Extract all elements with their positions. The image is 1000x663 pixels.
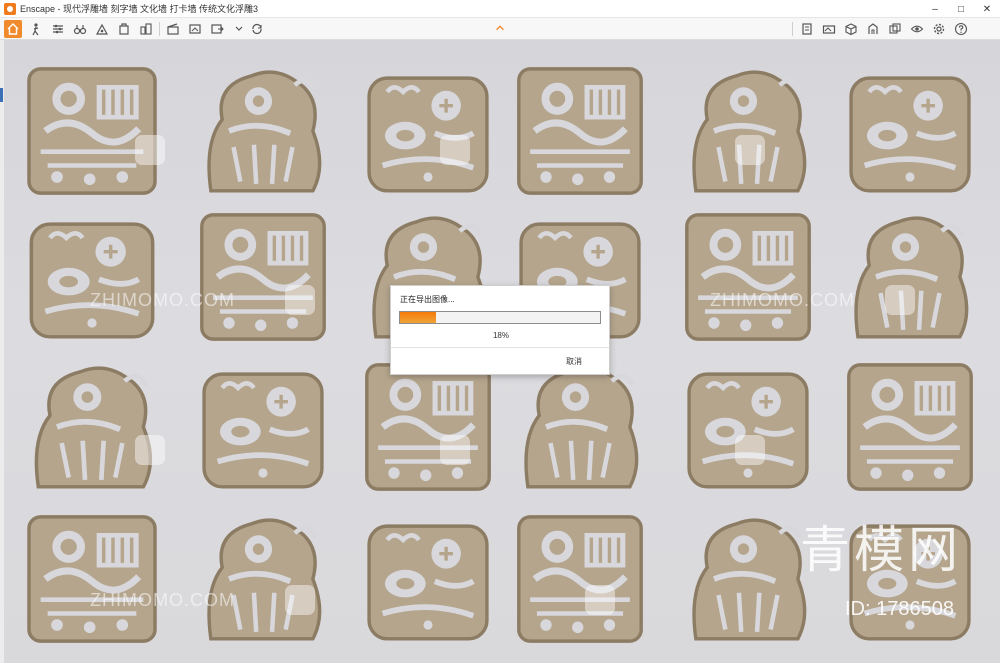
help-icon[interactable] — [952, 20, 970, 38]
sync-icon[interactable] — [248, 20, 266, 38]
binoculars-icon[interactable] — [71, 20, 89, 38]
chevron-down-icon[interactable] — [230, 20, 248, 38]
close-button[interactable]: ✕ — [974, 0, 1000, 18]
watermark-badge — [585, 585, 615, 615]
progress-bar-fill — [400, 312, 436, 323]
relief-panel — [680, 510, 816, 648]
main-toolbar — [0, 18, 1000, 40]
batch-render-icon[interactable] — [886, 20, 904, 38]
relief-panel — [22, 358, 162, 496]
home-icon[interactable] — [4, 20, 22, 38]
dialog-divider — [391, 347, 609, 348]
relief-panel — [680, 62, 816, 200]
title-bar: Enscape - 现代浮雕墙 刻字墙 文化墙 打卡墙 传统文化浮雕3 – □ … — [0, 0, 1000, 18]
relief-panel — [842, 358, 978, 496]
panorama-icon[interactable] — [820, 20, 838, 38]
minimize-button[interactable]: – — [922, 0, 948, 18]
vr-icon[interactable] — [908, 20, 926, 38]
walk-mode-icon[interactable] — [27, 20, 45, 38]
atmosphere-icon[interactable] — [93, 20, 111, 38]
relief-panel — [512, 510, 648, 648]
clapperboard-icon[interactable] — [164, 20, 182, 38]
watermark-badge — [285, 585, 315, 615]
relief-panel — [195, 510, 331, 648]
relief-panel — [842, 62, 978, 200]
relief-panel — [360, 358, 496, 496]
relief-panel — [22, 62, 162, 200]
relief-panel — [195, 358, 331, 496]
relief-panel — [195, 208, 331, 346]
relief-panel — [360, 62, 496, 200]
watermark-badge — [735, 435, 765, 465]
brand-id-label: ID: 1786508 — [845, 598, 954, 620]
watermark-badge — [285, 285, 315, 315]
relief-panel — [512, 358, 648, 496]
toolbar-separator — [159, 22, 160, 36]
export-icon[interactable] — [208, 20, 226, 38]
export-progress-dialog: 正在导出图像... 18% 取消 — [390, 285, 610, 375]
relief-panel — [360, 510, 496, 648]
progress-bar — [399, 311, 601, 324]
site-watermark: ZHIMOMO.COM — [710, 290, 855, 310]
collapse-toolbar-icon[interactable] — [492, 20, 508, 36]
relief-panel — [680, 208, 816, 346]
watermark-badge — [440, 135, 470, 165]
relief-panel — [195, 62, 331, 200]
enscape-logo-icon — [4, 2, 16, 15]
cube-icon[interactable] — [842, 20, 860, 38]
asset-library-icon[interactable] — [115, 20, 133, 38]
relief-panel — [842, 208, 978, 346]
brand-watermark: 青模网 — [800, 521, 962, 579]
cancel-button[interactable]: 取消 — [566, 356, 582, 367]
dialog-title: 正在导出图像... — [400, 295, 455, 304]
watermark-badge — [440, 435, 470, 465]
edge-marker — [0, 88, 3, 102]
watermark-badge — [735, 135, 765, 165]
toolbar-separator — [792, 22, 793, 36]
relief-panel — [512, 62, 648, 200]
left-edge-strip — [0, 40, 4, 663]
asset-icon[interactable] — [864, 20, 882, 38]
watermark-badge — [885, 285, 915, 315]
settings-gear-icon[interactable] — [930, 20, 948, 38]
watermark-badge — [135, 435, 165, 465]
buildings-icon[interactable] — [137, 20, 155, 38]
relief-panel — [22, 208, 162, 346]
site-watermark: ZHIMOMO.COM — [90, 590, 235, 610]
screenshot-icon[interactable] — [186, 20, 204, 38]
window-controls: – □ ✕ — [922, 0, 1000, 18]
relief-panel — [22, 510, 162, 648]
site-watermark: ZHIMOMO.COM — [90, 290, 235, 310]
watermark-badge — [135, 135, 165, 165]
relief-panel — [680, 358, 816, 496]
maximize-button[interactable]: □ — [948, 0, 974, 18]
settings-sliders-icon[interactable] — [49, 20, 67, 38]
views-icon[interactable] — [798, 20, 816, 38]
window-title: Enscape - 现代浮雕墙 刻字墙 文化墙 打卡墙 传统文化浮雕3 — [20, 4, 259, 14]
progress-percent: 18% — [492, 331, 509, 340]
